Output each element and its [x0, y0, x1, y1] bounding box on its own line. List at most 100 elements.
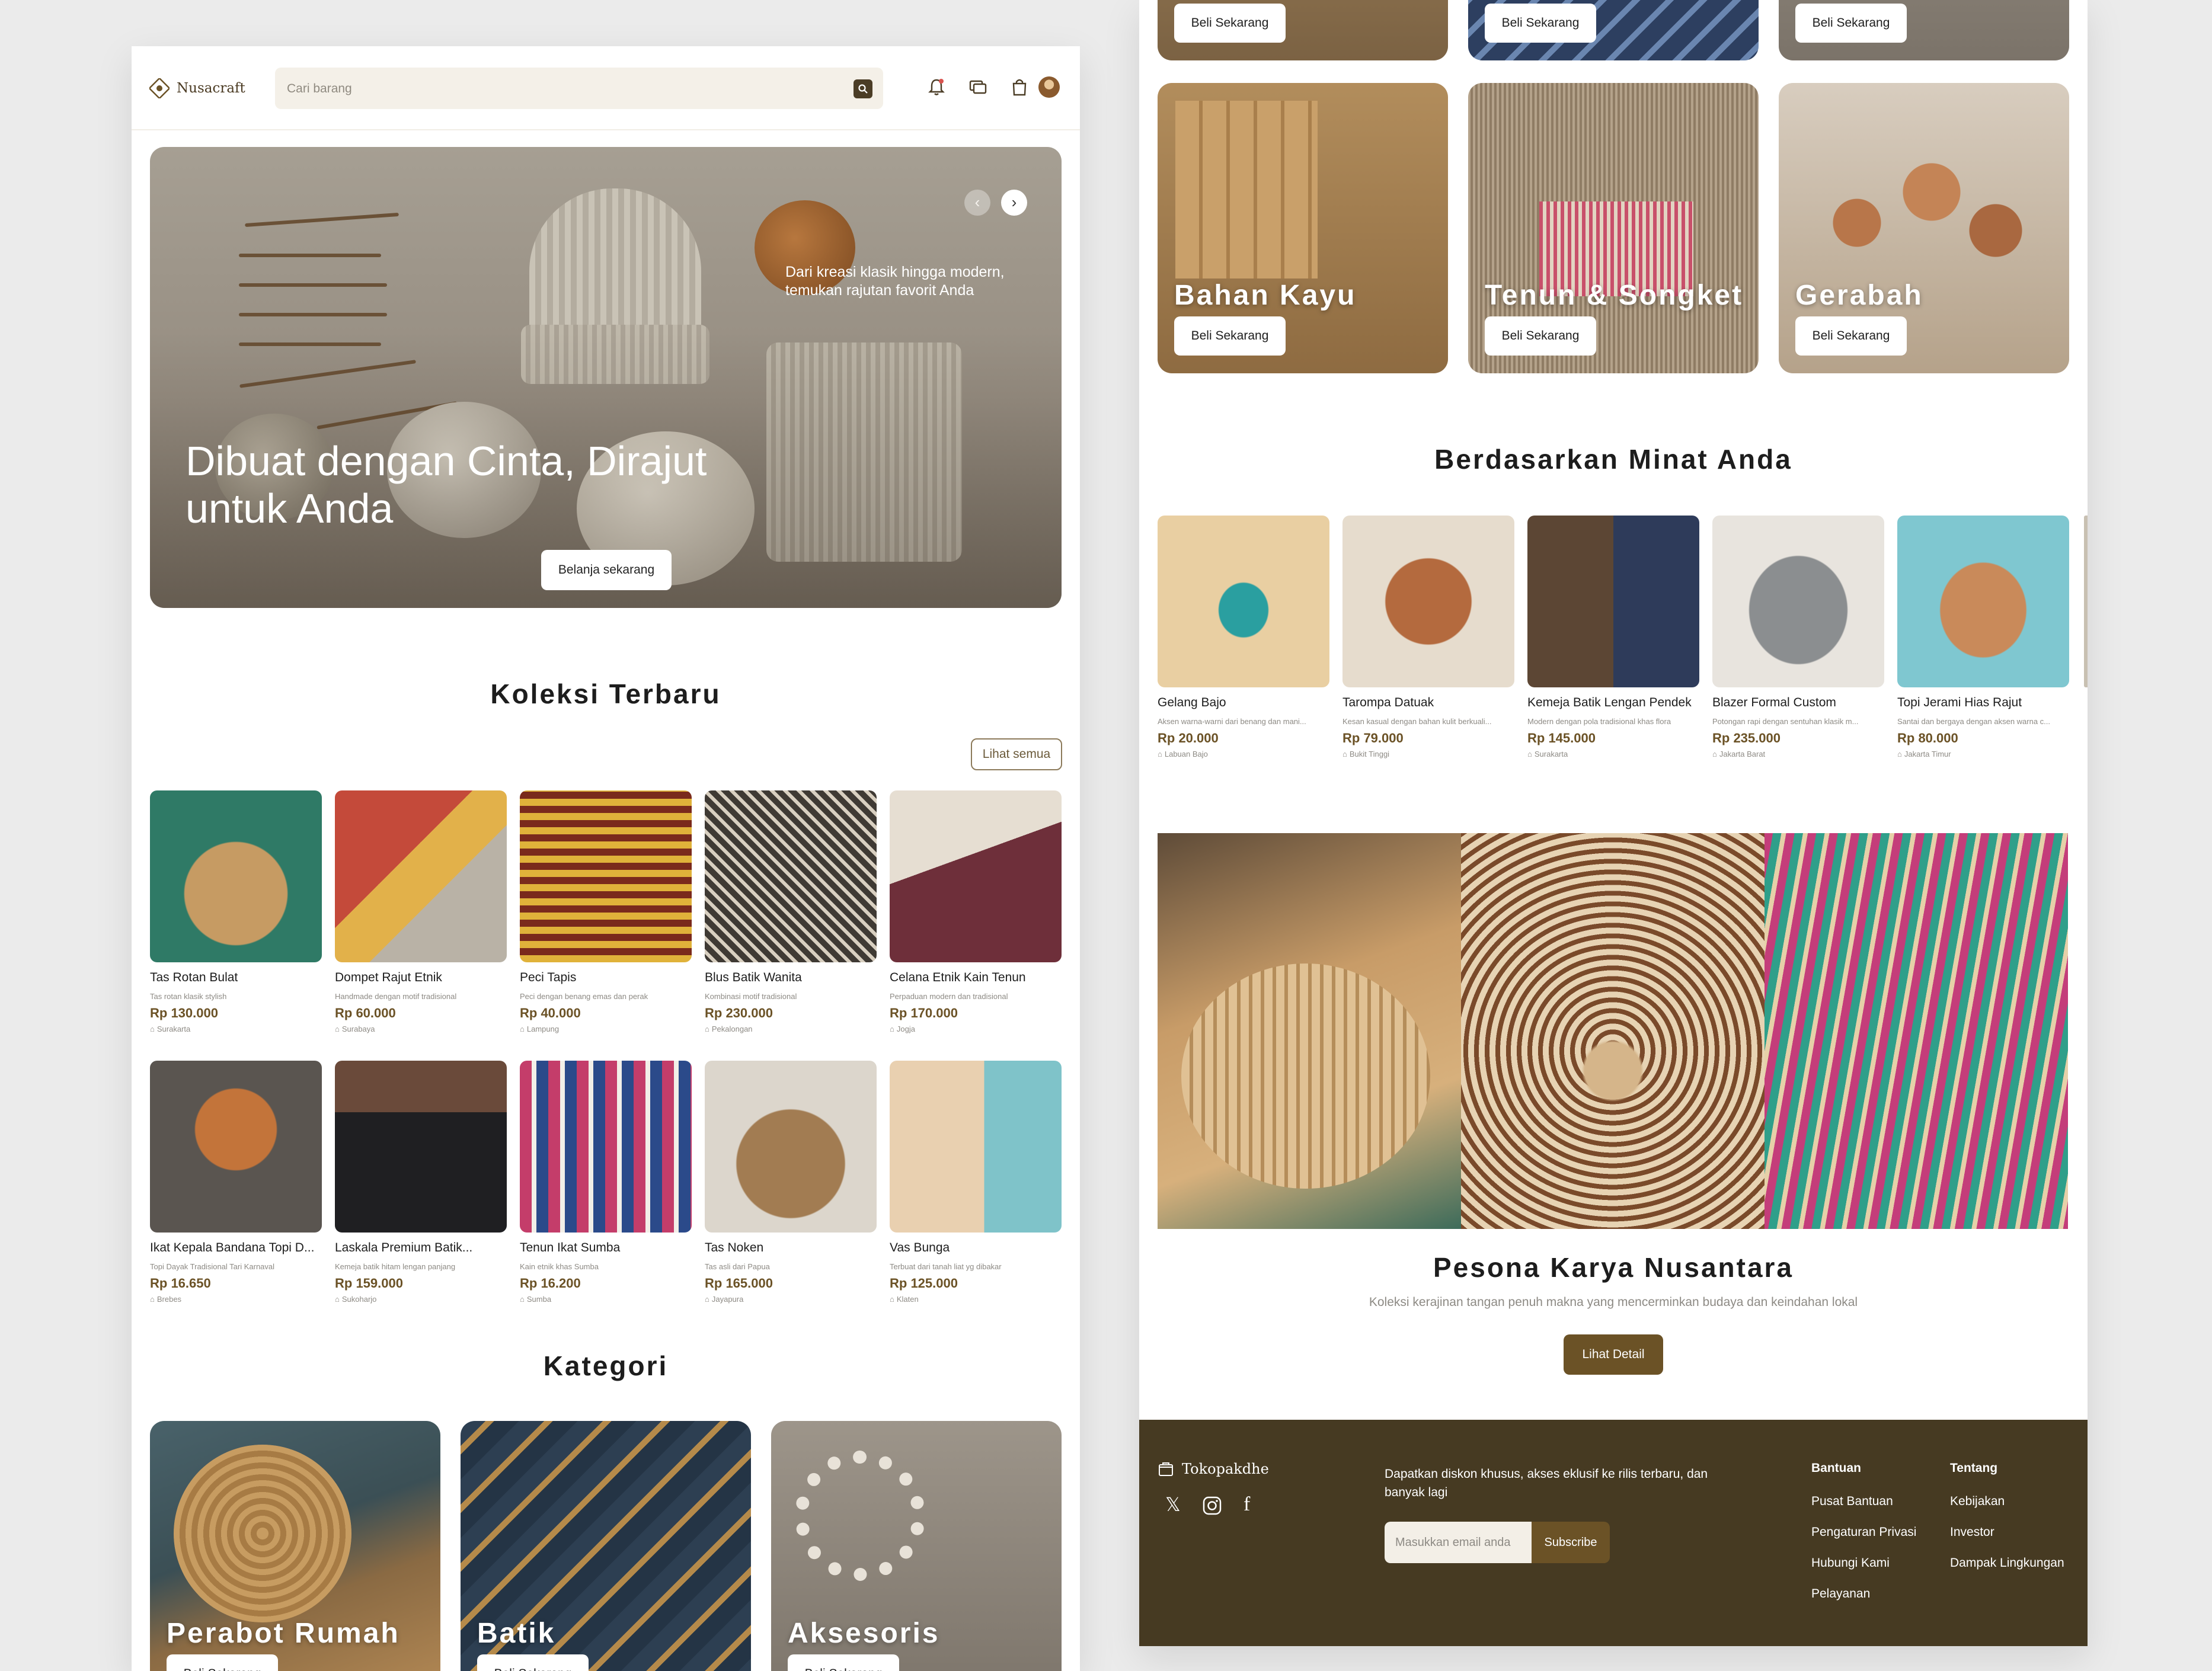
- gallery-image-batik: [1461, 833, 1765, 1229]
- facebook-icon[interactable]: f: [1244, 1493, 1250, 1516]
- category-buy-button[interactable]: Beli Sekarang: [477, 1654, 589, 1671]
- category-buy-button[interactable]: Beli Sekarang: [1485, 316, 1596, 356]
- product-price: Rp 40.000: [520, 1006, 581, 1020]
- category-buy-button[interactable]: Beli Sekarang: [788, 1654, 899, 1671]
- footer-brand-name: Tokopakdhe: [1182, 1461, 1269, 1477]
- hero-title: Dibuat dengan Cinta, Dirajut untuk Anda: [186, 438, 707, 532]
- product-image: [150, 1061, 322, 1233]
- product-name: Peci Tapis: [520, 971, 577, 984]
- see-detail-button[interactable]: Lihat Detail: [1564, 1334, 1663, 1375]
- see-all-button[interactable]: Lihat semua: [971, 738, 1062, 770]
- footer-help-title: Bantuan: [1811, 1461, 1861, 1475]
- location-pin-icon: ⌂: [1527, 750, 1532, 758]
- category-buy-button[interactable]: Beli Sekarang: [1795, 316, 1907, 356]
- footer-link[interactable]: Investor: [1950, 1525, 1994, 1539]
- location-name: Brebes: [156, 1295, 182, 1304]
- hero-shop-button[interactable]: Belanja sekarang: [541, 550, 672, 590]
- location-name: Labuan Bajo: [1164, 750, 1208, 758]
- store-icon: [1159, 1462, 1173, 1476]
- search-bar[interactable]: Cari barang: [275, 68, 883, 109]
- shopping-bag-icon[interactable]: [1008, 76, 1031, 98]
- category-label: Aksesoris: [788, 1618, 940, 1649]
- product-location: ⌂ Pekalongan: [705, 1025, 877, 1033]
- product-card[interactable]: Blus Batik Wanita Kombinasi motif tradisi…: [705, 790, 877, 1033]
- category-buy-button[interactable]: Beli Sekarang: [1795, 4, 1907, 43]
- category-label: Tenun & Songket: [1485, 280, 1744, 311]
- location-pin-icon: ⌂: [150, 1025, 155, 1033]
- footer-link[interactable]: Hubungi Kami: [1811, 1556, 1890, 1570]
- instagram-icon[interactable]: [1202, 1496, 1222, 1516]
- user-avatar[interactable]: [1038, 76, 1060, 98]
- footer-link[interactable]: Pelayanan: [1811, 1587, 1870, 1601]
- footer-link[interactable]: Pengaturan Privasi: [1811, 1525, 1916, 1539]
- product-card[interactable]: Tenun Ikat Sumba Kain etnik khas Sumba Rp …: [520, 1061, 692, 1304]
- product-card[interactable]: Peci Tapis Peci dengan benang emas dan pe…: [520, 790, 692, 1033]
- category-buy-button[interactable]: Beli Sekarang: [1174, 316, 1286, 356]
- category-card-tenun[interactable]: Tenun & Songket Beli Sekarang: [1468, 83, 1759, 373]
- category-card-partial[interactable]: Beli Sekarang: [1158, 0, 1448, 60]
- product-location: ⌂ Klaten: [890, 1295, 1062, 1304]
- location-pin-icon: ⌂: [335, 1025, 340, 1033]
- category-buy-button[interactable]: Beli Sekarang: [1485, 4, 1596, 43]
- product-name: Blazer Formal Custom: [1712, 696, 1836, 709]
- category-card-aksesoris[interactable]: Aksesoris Beli Sekarang: [771, 1421, 1062, 1671]
- product-card[interactable]: Tas Noken Tas asli dari Papua Rp 165.000 ⌂ J…: [705, 1061, 877, 1304]
- category-card-partial[interactable]: Beli Sekarang: [1468, 0, 1759, 60]
- footer-link[interactable]: Dampak Lingkungan: [1950, 1556, 2064, 1570]
- chat-icon[interactable]: [967, 76, 989, 98]
- product-card[interactable]: Topi Jerami Hias Rajut Santai dan bergaya…: [1897, 516, 2069, 758]
- product-location: ⌂ Jakarta Timur: [1897, 750, 2069, 758]
- newsletter-email-input[interactable]: Masukkan email anda: [1385, 1522, 1532, 1563]
- location-name: Bukit Tinggi: [1349, 750, 1390, 758]
- product-card[interactable]: Celana Etnik Kain Tenun Perpaduan modern …: [890, 790, 1062, 1033]
- category-buy-button[interactable]: Beli Sekarang: [1174, 4, 1286, 43]
- hero-subtitle: Dari kreasi klasik hingga modern, temuka…: [785, 264, 1005, 299]
- carousel-prev-button[interactable]: ‹: [964, 190, 990, 216]
- search-placeholder: Cari barang: [287, 82, 352, 95]
- subscribe-button[interactable]: Subscribe: [1532, 1522, 1610, 1563]
- category-card-batik[interactable]: Batik Beli Sekarang: [461, 1421, 751, 1671]
- product-location: ⌂ Surabaya: [335, 1025, 507, 1033]
- product-image: [705, 1061, 877, 1233]
- product-card[interactable]: Gelang Bajo Aksen warna-warni dari benang…: [1158, 516, 1329, 758]
- product-card[interactable]: Blazer Formal Custom Potongan rapi dengan…: [1712, 516, 1884, 758]
- category-buy-button[interactable]: Beli Sekarang: [167, 1654, 278, 1671]
- brand-logo[interactable]: Nusacraft: [149, 78, 245, 98]
- site-footer: Tokopakdhe 𝕏 f Dapatkan diskon khusus, a…: [1139, 1420, 2088, 1646]
- location-pin-icon: ⌂: [1158, 750, 1162, 758]
- category-label: Bahan Kayu: [1174, 280, 1357, 311]
- product-price: Rp 125.000: [890, 1276, 958, 1291]
- top-header: Nusacraft Cari barang: [132, 46, 1080, 130]
- product-card[interactable]: Laskala Premium Batik... Kemeja batik hit…: [335, 1061, 507, 1304]
- product-description: Aksen warna-warni dari benang dan mani..…: [1158, 717, 1306, 726]
- bell-icon[interactable]: [925, 76, 948, 98]
- product-card[interactable]: Vas Bunga Terbuat dari tanah liat yg diba…: [890, 1061, 1062, 1304]
- search-icon: [858, 84, 868, 94]
- product-card[interactable]: Ikat Kepala Bandana Topi D... Topi Dayak …: [150, 1061, 322, 1304]
- category-card-partial[interactable]: Beli Sekarang: [1779, 0, 2069, 60]
- product-description: Kemeja batik hitam lengan panjang: [335, 1262, 456, 1271]
- product-image: [335, 790, 507, 962]
- location-name: Lampung: [526, 1025, 560, 1033]
- footer-brand[interactable]: Tokopakdhe: [1157, 1460, 1269, 1478]
- category-card-bahan-kayu[interactable]: Bahan Kayu Beli Sekarang: [1158, 83, 1448, 373]
- product-card[interactable]: Tas Rotan Bulat Tas rotan klasik stylish R…: [150, 790, 322, 1033]
- footer-link[interactable]: Pusat Bantuan: [1811, 1494, 1893, 1509]
- product-price: Rp 165.000: [705, 1276, 773, 1291]
- product-card[interactable]: Tarompa Datuak Kesan kasual dengan bahan …: [1342, 516, 1514, 758]
- category-card-perabot[interactable]: Perabot Rumah Beli Sekarang: [150, 1421, 440, 1671]
- location-name: Sukoharjo: [341, 1295, 377, 1304]
- category-card-gerabah[interactable]: Gerabah Beli Sekarang: [1779, 83, 2069, 373]
- x-twitter-icon[interactable]: 𝕏: [1165, 1493, 1181, 1516]
- homepage-top-panel: Nusacraft Cari barang Dari kreasi klasik…: [132, 46, 1080, 1671]
- carousel-next-button[interactable]: ›: [1001, 190, 1027, 216]
- search-button[interactable]: [854, 79, 872, 98]
- product-card[interactable]: Dompet Rajut Etnik Handmade dengan motif …: [335, 790, 507, 1033]
- location-pin-icon: ⌂: [335, 1295, 340, 1304]
- footer-link[interactable]: Kebijakan: [1950, 1494, 2005, 1509]
- product-name: Celana Etnik Kain Tenun: [890, 971, 1026, 984]
- product-name: Vas Bunga: [890, 1241, 950, 1254]
- location-name: Jayapura: [711, 1295, 744, 1304]
- product-card[interactable]: Kemeja Batik Lengan Pendek Modern dengan …: [1527, 516, 1699, 758]
- location-pin-icon: ⌂: [1897, 750, 1902, 758]
